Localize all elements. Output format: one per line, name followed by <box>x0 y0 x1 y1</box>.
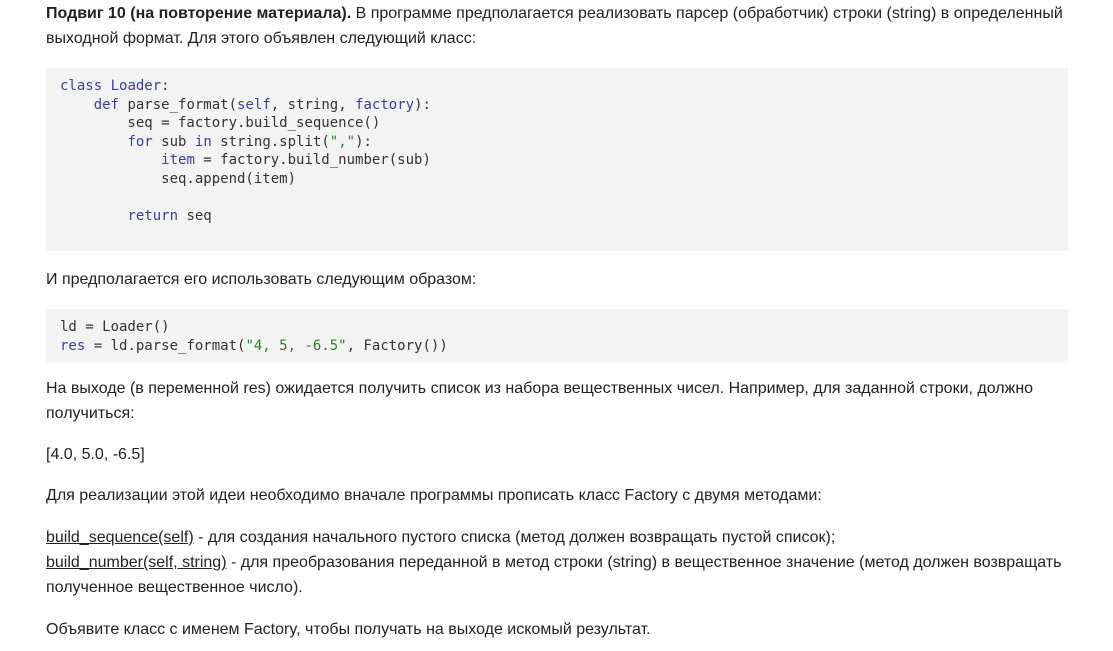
method-args: (self) <box>158 529 194 546</box>
code-block-usage: ld = Loader() res = ld.parse_format("4, … <box>46 309 1068 362</box>
example-result: [4.0, 5.0, -6.5] <box>46 446 145 463</box>
final-paragraph: Объявите класс с именем Factory, чтобы п… <box>46 621 651 638</box>
code-line: seq = factory.build_sequence() <box>60 115 381 132</box>
task-content: Подвиг 10 (на повторение материала). В п… <box>0 0 1113 642</box>
output-paragraph: На выходе (в переменной res) ожидается п… <box>46 380 1034 422</box>
code-line: ld = Loader() <box>60 319 170 335</box>
code-line: res = ld.parse_format("4, 5, -6.5", Fact… <box>60 337 448 354</box>
factory-paragraph: Для реализации этой идеи необходимо внач… <box>46 487 822 504</box>
code-line: seq.append(item) <box>60 170 297 187</box>
intro-paragraph: Подвиг 10 (на повторение материала). В п… <box>46 1 1068 51</box>
usage-paragraph: И предполагается его использовать следую… <box>46 271 477 288</box>
method-description: - для создания начального пустого списка… <box>193 529 836 546</box>
code-line: def parse_format(self, string, factory): <box>93 96 431 113</box>
method-name: build_sequence <box>46 529 159 546</box>
code-block-loader: class Loader: def parse_format(self, str… <box>46 68 1068 251</box>
task-title: Подвиг 10 (на повторение материала). <box>46 5 352 22</box>
code-line: item = factory.build_number(sub) <box>161 152 431 169</box>
method-args: (self, string) <box>142 554 227 571</box>
code-line: for sub in string.split(","): <box>127 133 372 150</box>
method-name: build_number <box>46 554 143 571</box>
method-item: build_sequence(self) - для создания нача… <box>46 529 835 546</box>
code-line: class Loader: <box>60 78 170 94</box>
code-line: return seq <box>127 208 212 225</box>
method-item: build_number(self, string) - для преобра… <box>46 554 1061 596</box>
methods-paragraph: build_sequence(self) - для создания нача… <box>46 525 1068 600</box>
